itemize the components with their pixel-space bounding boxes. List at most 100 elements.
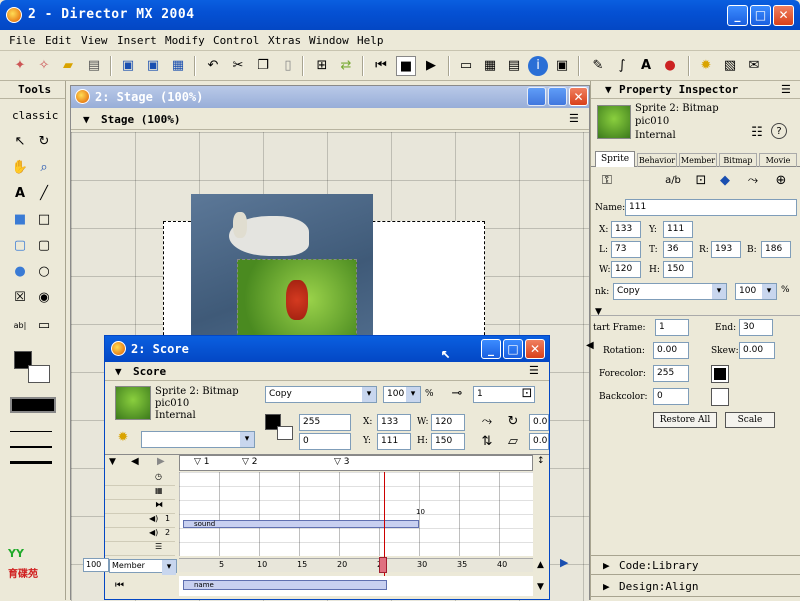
new-movie-icon[interactable]: ✦ (10, 56, 30, 76)
sound-channel-2[interactable]: ◀) 2 (105, 528, 175, 542)
score-ink-select[interactable]: Copy (265, 386, 377, 403)
open-icon[interactable]: ▰ (58, 56, 78, 76)
radio-tool-icon[interactable]: ◉ (34, 288, 54, 308)
sprite-channel-grid[interactable]: name (179, 576, 533, 596)
menu-xtras[interactable]: Xtras (268, 34, 301, 47)
publish-icon[interactable]: ▦ (168, 56, 188, 76)
tweak-icon[interactable]: ⤳ (477, 412, 497, 432)
code-library-panel[interactable]: ▶ Code:Library (591, 555, 800, 575)
list-view-icon[interactable]: ☷ (747, 123, 767, 143)
sprite-toolbar-icon[interactable]: ⊕ (771, 171, 791, 191)
score-x-field[interactable]: 133 (377, 414, 411, 431)
minimize-button[interactable]: _ (727, 5, 748, 26)
score-w-field[interactable]: 120 (431, 414, 465, 431)
copy-icon[interactable]: ❐ (253, 56, 273, 76)
cut-icon[interactable]: ✂ (228, 56, 248, 76)
checkbox-tool-icon[interactable]: ☒ (10, 288, 30, 308)
menu-view[interactable]: View (81, 34, 108, 47)
close-button[interactable]: ✕ (773, 5, 794, 26)
pi-t-field[interactable]: 36 (663, 241, 693, 258)
moveable-icon[interactable]: ⊡ (691, 171, 711, 191)
paste-icon[interactable]: ▯ (278, 56, 298, 76)
pi-ink-select[interactable]: Copy (613, 283, 727, 300)
pi-name-field[interactable]: 111 (625, 199, 797, 216)
effects-channels-grid[interactable] (179, 472, 533, 556)
stage-scroll-right-icon[interactable]: ▶ (560, 556, 568, 569)
text-tool-icon[interactable]: A (10, 184, 30, 204)
score-forecolor-field[interactable]: 255 (299, 414, 351, 431)
scale-button[interactable]: Scale (725, 412, 775, 428)
member-display-select[interactable]: Member (109, 559, 177, 575)
button-tool-icon[interactable]: ▭ (34, 316, 54, 336)
field-tool-icon[interactable]: ab| (10, 316, 30, 336)
line-tool-icon[interactable]: ╱ (34, 184, 54, 204)
frame-ruler[interactable]: 5 10 15 20 25 30 35 40 (179, 557, 533, 573)
skew-icon[interactable]: ▱ (503, 432, 523, 452)
tools-mode-label[interactable]: classic (12, 109, 58, 122)
background-color-swatch[interactable] (28, 365, 50, 383)
rewind-icon[interactable]: ⏮ (371, 56, 391, 76)
stage-close-button[interactable]: ✕ (569, 87, 588, 106)
tab-member[interactable]: Member (679, 153, 717, 167)
menu-control[interactable]: Control (213, 34, 259, 47)
play-icon[interactable]: ▶ (421, 56, 441, 76)
pi-skew-field[interactable]: 0.00 (739, 342, 775, 359)
score-backcolor-field[interactable]: 0 (299, 433, 351, 450)
score-blend-select[interactable]: 100 (383, 386, 421, 403)
design-align-panel[interactable]: ▶ Design:Align (591, 577, 800, 597)
score-rotation-field[interactable]: 0.0 (529, 414, 549, 431)
line-width-2[interactable] (10, 461, 52, 464)
score-minimize-button[interactable]: _ (481, 339, 501, 359)
marker-1[interactable]: ▽ 1 (194, 457, 210, 467)
pi-b-field[interactable]: 186 (761, 241, 791, 258)
stop-icon[interactable]: ■ (396, 56, 416, 76)
rotate-tool-icon[interactable]: ↻ (34, 132, 54, 152)
stage-options-icon[interactable]: ☰ (569, 112, 579, 125)
zoom-field[interactable]: 100 (83, 558, 109, 572)
score-close-button[interactable]: ✕ (525, 339, 545, 359)
pi-blend-select[interactable]: 100 (735, 283, 777, 300)
palette-channel[interactable]: ▦ (105, 486, 175, 500)
pi-options-icon[interactable]: ☰ (781, 83, 791, 96)
text-icon[interactable]: A (636, 56, 656, 76)
filled-ellipse-tool-icon[interactable]: ● (10, 262, 30, 282)
ellipse-tool-icon[interactable]: ○ (34, 262, 54, 282)
behavior-icon[interactable]: ✹ (113, 428, 133, 448)
pi-w-field[interactable]: 120 (611, 261, 641, 278)
script-window-icon[interactable]: ▣ (552, 56, 572, 76)
menu-help[interactable]: Help (357, 34, 384, 47)
rewind-score-icon[interactable]: ⏮ (115, 580, 124, 591)
channel-display-icon[interactable]: ▼ (109, 457, 116, 467)
rect-tool-icon[interactable]: □ (34, 210, 54, 230)
maximize-button[interactable]: □ (750, 5, 771, 26)
behavior-select[interactable] (141, 431, 255, 448)
transition-channel[interactable]: ⧓ (105, 500, 175, 514)
arrow-tool-icon[interactable]: ↖ (10, 132, 30, 152)
tab-behavior[interactable]: Behavior (637, 153, 677, 167)
rotation-icon[interactable]: ↻ (503, 412, 523, 432)
lock-icon[interactable]: ⚿ (597, 171, 617, 191)
score-window-icon[interactable]: ▤ (504, 56, 524, 76)
marker-3[interactable]: ▽ 3 (334, 457, 350, 467)
filled-round-rect-tool-icon[interactable]: ▢ (10, 236, 30, 256)
pi-r-field[interactable]: 193 (711, 241, 741, 258)
next-marker-icon[interactable]: ▶ (157, 456, 165, 467)
zoom-tool-icon[interactable]: ⌕ (34, 158, 54, 178)
sound-channel-1[interactable]: ◀) 1 (105, 514, 175, 528)
round-rect-tool-icon[interactable]: ▢ (34, 236, 54, 256)
name-sprite-span[interactable]: name (183, 580, 387, 590)
script-channel[interactable]: ☰ (105, 542, 175, 556)
tempo-channel[interactable]: ◷ (105, 472, 175, 486)
find-icon[interactable]: ⊞ (312, 56, 332, 76)
pi-end-field[interactable]: 30 (739, 319, 773, 336)
pi-x-field[interactable]: 133 (611, 221, 641, 238)
tab-movie[interactable]: Movie (759, 153, 797, 167)
score-h-field[interactable]: 150 (431, 433, 465, 450)
score-backcolor-swatch[interactable] (277, 426, 293, 440)
stage-minimize-button[interactable] (527, 87, 546, 106)
vector-icon[interactable]: ∫ (612, 56, 632, 76)
help-icon[interactable]: ? (771, 123, 787, 139)
ruler-scroll-up[interactable]: ▲ (537, 560, 544, 570)
prev-marker-icon[interactable]: ◀ (131, 456, 139, 467)
ruler-scroll-down[interactable]: ▼ (537, 582, 544, 592)
